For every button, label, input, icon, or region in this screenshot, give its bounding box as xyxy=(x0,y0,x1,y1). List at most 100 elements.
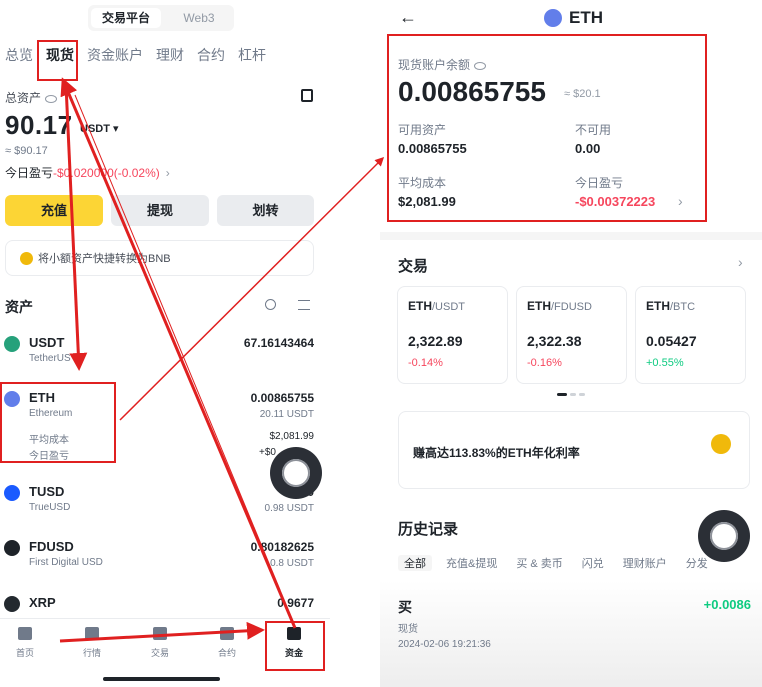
asset-usd-value: 0.98 USDT xyxy=(264,503,314,514)
nav-futures[interactable]: 合约 xyxy=(207,627,247,659)
tether-icon xyxy=(4,336,20,352)
tab-web3[interactable]: Web3 xyxy=(168,8,230,28)
nav-label: 交易 xyxy=(150,648,169,658)
trade-icon xyxy=(153,627,167,640)
gap xyxy=(330,0,380,687)
trueusd-icon xyxy=(4,485,20,501)
total-assets-text: 总资产 xyxy=(5,91,42,105)
tab-deposit-withdraw[interactable]: 充值&提现 xyxy=(446,555,497,571)
pnl-label: 今日盈亏 xyxy=(5,166,54,180)
gold-coin-icon xyxy=(711,434,731,454)
transfer-button[interactable]: 划转 xyxy=(217,195,314,226)
asset-row-usdt[interactable]: USDT TetherUS 67.16143464 xyxy=(4,335,314,370)
asset-amount: 0.00865755 xyxy=(250,391,314,405)
total-assets-value: 90.17 xyxy=(5,110,73,140)
history-title: 历史记录 xyxy=(398,521,459,538)
nav-label: 合约 xyxy=(217,648,236,658)
nav-markets[interactable]: 行情 xyxy=(72,627,112,659)
tab-convert[interactable]: 闪兑 xyxy=(582,555,604,571)
record-side: 买 xyxy=(398,599,412,615)
assets-title: 资产 xyxy=(5,299,33,315)
asset-row-xrp[interactable]: XRP 0.9677 xyxy=(4,595,314,616)
asset-usd-value: 0.8 USDT xyxy=(270,558,314,569)
currency-select[interactable]: USDT ▾ xyxy=(80,122,119,135)
eye-icon[interactable] xyxy=(45,94,58,103)
chart-bars-icon xyxy=(85,627,99,640)
asset-amount: 0.9677 xyxy=(277,596,314,610)
nav-label: 行情 xyxy=(82,648,101,658)
back-arrow-icon[interactable]: ← xyxy=(399,7,417,28)
asset-amount: 67.16143464 xyxy=(243,336,314,350)
asset-row-tusd[interactable]: TUSD TrueUSD 0 0.98 USDT xyxy=(4,484,314,519)
filter-icon[interactable] xyxy=(298,300,310,310)
asset-name: First Digital USD xyxy=(29,557,103,568)
asset-symbol: TUSD xyxy=(29,484,65,499)
platform-switch: 交易平台 Web3 xyxy=(88,5,234,31)
home-icon xyxy=(18,627,32,640)
pair-name: ETH/USDT xyxy=(408,299,465,313)
tab-buy-sell[interactable]: 买 & 卖币 xyxy=(516,555,562,571)
pair-change: -0.14% xyxy=(408,357,443,369)
tab-earn-account[interactable]: 理财账户 xyxy=(623,555,667,571)
tab-all[interactable]: 全部 xyxy=(398,555,432,571)
pair-card-eth-btc[interactable]: ETH/BTC 0.05427 +0.55% xyxy=(635,286,746,384)
annotation-box-spot-tab xyxy=(37,40,78,81)
pair-quote: /BTC xyxy=(670,301,696,313)
tab-earn[interactable]: 理财 xyxy=(156,45,184,67)
pair-card-eth-usdt[interactable]: ETH/USDT 2,322.89 -0.14% xyxy=(397,286,508,384)
pair-name: ETH/FDUSD xyxy=(527,299,592,313)
pair-quote: /FDUSD xyxy=(551,301,592,313)
today-pnl-value: +$0 xyxy=(259,447,276,458)
nav-label: 首页 xyxy=(15,648,34,658)
pair-change: +0.55% xyxy=(646,357,684,369)
today-pnl[interactable]: 今日盈亏-$0.020000(-0.02%) › xyxy=(5,164,170,181)
pair-quote: /USDT xyxy=(432,301,465,313)
nav-home[interactable]: 首页 xyxy=(5,627,45,659)
asset-usd-value: 20.11 USDT xyxy=(259,409,314,420)
convert-to-bnb-banner[interactable]: 将小额资产快捷转换为BNB xyxy=(5,240,314,276)
chevron-right-icon: › xyxy=(165,166,170,180)
asset-symbol: FDUSD xyxy=(29,539,74,554)
pair-price: 2,322.89 xyxy=(408,333,463,349)
trade-section-title: 交易 xyxy=(398,258,429,275)
pair-name: ETH/BTC xyxy=(646,299,695,313)
bnb-icon xyxy=(20,252,33,265)
asset-symbol: XRP xyxy=(29,595,56,610)
record-time: 2024-02-06 19:21:36 xyxy=(398,639,491,650)
tab-exchange[interactable]: 交易平台 xyxy=(91,8,161,28)
tab-margin[interactable]: 杠杆 xyxy=(238,45,266,67)
earn-promo-banner[interactable]: 赚高达113.83%的ETH年化利率 xyxy=(398,411,750,489)
banner-text: 将小额资产快捷转换为BNB xyxy=(38,253,171,265)
pair-change: -0.16% xyxy=(527,357,562,369)
fdusd-icon xyxy=(4,540,20,556)
deposit-button[interactable]: 充值 xyxy=(5,195,103,226)
withdraw-button[interactable]: 提现 xyxy=(111,195,209,226)
total-assets-label: 总资产 xyxy=(5,89,58,106)
asset-amount: 0.80182625 xyxy=(250,540,314,554)
page-title: ETH xyxy=(569,8,603,27)
history-icon[interactable] xyxy=(301,89,313,102)
floating-assistive-button[interactable] xyxy=(698,510,750,562)
nav-trade[interactable]: 交易 xyxy=(140,627,180,659)
floating-assistive-button[interactable] xyxy=(270,447,322,499)
tab-distribution[interactable]: 分发 xyxy=(686,555,708,571)
pnl-value: -$0.020000(-0.02%) xyxy=(53,166,160,180)
avg-cost-value: $2,081.99 xyxy=(269,431,315,442)
xrp-icon xyxy=(4,596,20,612)
total-usd-approx: ≈ $90.17 xyxy=(5,145,48,157)
annotation-box-eth-balance xyxy=(387,34,707,222)
tab-futures[interactable]: 合约 xyxy=(197,45,225,67)
pair-price: 0.05427 xyxy=(646,333,697,349)
record-type: 现货 xyxy=(398,624,418,635)
ethereum-icon xyxy=(544,9,562,27)
tab-overview[interactable]: 总览 xyxy=(5,45,33,67)
asset-name: TrueUSD xyxy=(29,502,71,513)
chevron-right-icon[interactable]: › xyxy=(738,254,743,270)
asset-row-fdusd[interactable]: FDUSD First Digital USD 0.80182625 0.8 U… xyxy=(4,539,314,574)
pair-base: ETH xyxy=(646,299,670,313)
history-tabs: 全部 充值&提现 买 & 卖币 闪兑 理财账户 分发 xyxy=(398,555,727,571)
tab-funding[interactable]: 资金账户 xyxy=(87,45,143,67)
search-icon[interactable] xyxy=(265,299,276,310)
pair-card-eth-fdusd[interactable]: ETH/FDUSD 2,322.38 -0.16% xyxy=(516,286,627,384)
pair-price: 2,322.38 xyxy=(527,333,582,349)
